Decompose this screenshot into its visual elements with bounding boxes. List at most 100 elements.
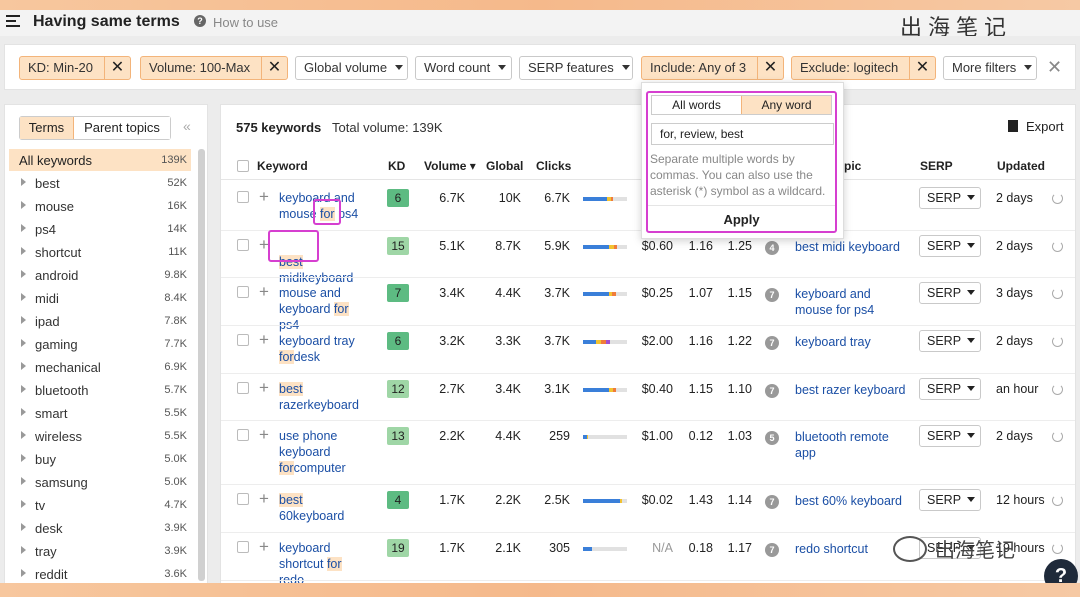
parent-topic-link[interactable]: keyboard tray <box>795 334 911 350</box>
global-volume-dropdown[interactable]: Global volume <box>295 56 408 80</box>
refresh-icon[interactable] <box>1052 495 1063 506</box>
parent-topic-link[interactable]: bluetooth remote app <box>795 429 911 461</box>
tab-all-words[interactable]: All words <box>652 96 741 114</box>
sidebar-item-samsung[interactable]: samsung 5.0K <box>9 471 191 494</box>
refresh-icon[interactable] <box>1052 431 1063 442</box>
add-to-list-icon[interactable]: + <box>259 188 269 205</box>
chevron-right-icon[interactable] <box>21 454 26 462</box>
sidebar-item-wireless[interactable]: wireless 5.5K <box>9 425 191 448</box>
serp-dropdown[interactable]: SERP <box>919 330 981 352</box>
apply-button[interactable]: Apply <box>648 212 835 227</box>
tab-parent-topics[interactable]: Parent topics <box>74 117 170 139</box>
add-to-list-icon[interactable]: + <box>259 490 269 507</box>
sidebar-item-all-keywords[interactable]: All keywords 139K <box>9 149 191 171</box>
keyword-link[interactable]: use phone keyboard forcomputer <box>279 428 369 476</box>
add-to-list-icon[interactable]: + <box>259 379 269 396</box>
tab-any-word[interactable]: Any word <box>741 96 831 114</box>
how-to-use-link[interactable]: How to use <box>213 15 278 30</box>
refresh-icon[interactable] <box>1052 384 1063 395</box>
include-words-input[interactable]: for, review, best <box>651 123 834 145</box>
chevron-right-icon[interactable] <box>21 385 26 393</box>
column-header-kd[interactable]: KD <box>388 159 405 173</box>
column-header-updated[interactable]: Updated <box>997 159 1045 173</box>
chevron-right-icon[interactable] <box>21 339 26 347</box>
sidebar-item-desk[interactable]: desk 3.9K <box>9 517 191 540</box>
remove-kd-filter-icon[interactable]: ✕ <box>104 57 130 79</box>
chevron-right-icon[interactable] <box>21 477 26 485</box>
column-header-keyword[interactable]: Keyword <box>257 159 308 173</box>
remove-volume-filter-icon[interactable]: ✕ <box>261 57 287 79</box>
chevron-right-icon[interactable] <box>21 293 26 301</box>
add-to-list-icon[interactable]: + <box>259 283 269 300</box>
word-count-dropdown[interactable]: Word count <box>415 56 512 80</box>
sidebar-item-smart[interactable]: smart 5.5K <box>9 402 191 425</box>
sidebar-item-midi[interactable]: midi 8.4K <box>9 287 191 310</box>
sidebar-item-ps4[interactable]: ps4 14K <box>9 218 191 241</box>
chevron-right-icon[interactable] <box>21 431 26 439</box>
add-to-list-icon[interactable]: + <box>259 538 269 555</box>
sidebar-item-best[interactable]: best 52K <box>9 172 191 195</box>
chevron-right-icon[interactable] <box>21 408 26 416</box>
refresh-icon[interactable] <box>1052 288 1063 299</box>
chevron-right-icon[interactable] <box>21 362 26 370</box>
serp-dropdown[interactable]: SERP <box>919 235 981 257</box>
refresh-icon[interactable] <box>1052 241 1063 252</box>
collapse-sidebar-icon[interactable]: « <box>183 118 191 134</box>
chevron-right-icon[interactable] <box>21 500 26 508</box>
row-checkbox[interactable] <box>237 382 249 394</box>
serp-dropdown[interactable]: SERP <box>919 378 981 400</box>
add-to-list-icon[interactable]: + <box>259 331 269 348</box>
chevron-right-icon[interactable] <box>21 523 26 531</box>
kd-filter-chip[interactable]: KD: Min-20 ✕ <box>19 56 131 80</box>
row-checkbox[interactable] <box>237 429 249 441</box>
include-filter-chip[interactable]: Include: Any of 3 ✕ <box>641 56 784 80</box>
sidebar-item-buy[interactable]: buy 5.0K <box>9 448 191 471</box>
refresh-icon[interactable] <box>1052 336 1063 347</box>
chevron-right-icon[interactable] <box>21 546 26 554</box>
column-header-parent-topic[interactable]: pic <box>844 159 861 173</box>
export-button[interactable]: Export <box>1008 119 1064 134</box>
parent-topic-link[interactable]: keyboard and mouse for ps4 <box>795 286 911 318</box>
menu-icon[interactable] <box>6 15 20 27</box>
serp-dropdown[interactable]: SERP <box>919 425 981 447</box>
row-checkbox[interactable] <box>237 191 249 203</box>
sidebar-item-tray[interactable]: tray 3.9K <box>9 540 191 563</box>
parent-topic-link[interactable]: best midi keyboard <box>795 239 911 255</box>
column-header-serp[interactable]: SERP <box>920 159 953 173</box>
more-filters-dropdown[interactable]: More filters <box>943 56 1037 80</box>
serp-dropdown[interactable]: SERP <box>919 282 981 304</box>
sidebar-item-tv[interactable]: tv 4.7K <box>9 494 191 517</box>
chevron-right-icon[interactable] <box>21 569 26 577</box>
serp-dropdown[interactable]: SERP <box>919 187 981 209</box>
sidebar-item-shortcut[interactable]: shortcut 11K <box>9 241 191 264</box>
keyword-link[interactable]: best 60keyboard <box>279 492 369 524</box>
volume-filter-chip[interactable]: Volume: 100-Max ✕ <box>140 56 288 80</box>
clear-filters-icon[interactable]: ✕ <box>1047 57 1062 78</box>
chevron-right-icon[interactable] <box>21 316 26 324</box>
parent-topic-link[interactable]: best 60% keyboard <box>795 493 911 509</box>
tab-terms[interactable]: Terms <box>20 117 74 139</box>
sidebar-item-reddit[interactable]: reddit 3.6K <box>9 563 191 583</box>
chevron-right-icon[interactable] <box>21 201 26 209</box>
question-circle-icon[interactable]: ? <box>194 15 206 27</box>
chevron-right-icon[interactable] <box>21 224 26 232</box>
column-header-global[interactable]: Global <box>486 159 523 173</box>
keyword-link[interactable]: keyboard shortcut for redo <box>279 540 369 583</box>
sidebar-scrollbar[interactable] <box>198 149 205 581</box>
sidebar-item-mouse[interactable]: mouse 16K <box>9 195 191 218</box>
row-checkbox[interactable] <box>237 334 249 346</box>
sidebar-item-android[interactable]: android 9.8K <box>9 264 191 287</box>
exclude-filter-chip[interactable]: Exclude: logitech ✕ <box>791 56 936 80</box>
remove-exclude-filter-icon[interactable]: ✕ <box>909 57 935 79</box>
serp-features-dropdown[interactable]: SERP features <box>519 56 633 80</box>
chevron-right-icon[interactable] <box>21 270 26 278</box>
column-header-clicks[interactable]: Clicks <box>536 159 571 173</box>
keyword-link[interactable]: keyboard tray fordesk <box>279 333 369 365</box>
sidebar-item-mechanical[interactable]: mechanical 6.9K <box>9 356 191 379</box>
row-checkbox[interactable] <box>237 286 249 298</box>
chevron-right-icon[interactable] <box>21 247 26 255</box>
keyword-link[interactable]: best razerkeyboard <box>279 381 369 413</box>
add-to-list-icon[interactable]: + <box>259 426 269 443</box>
remove-include-filter-icon[interactable]: ✕ <box>757 57 783 79</box>
row-checkbox[interactable] <box>237 493 249 505</box>
